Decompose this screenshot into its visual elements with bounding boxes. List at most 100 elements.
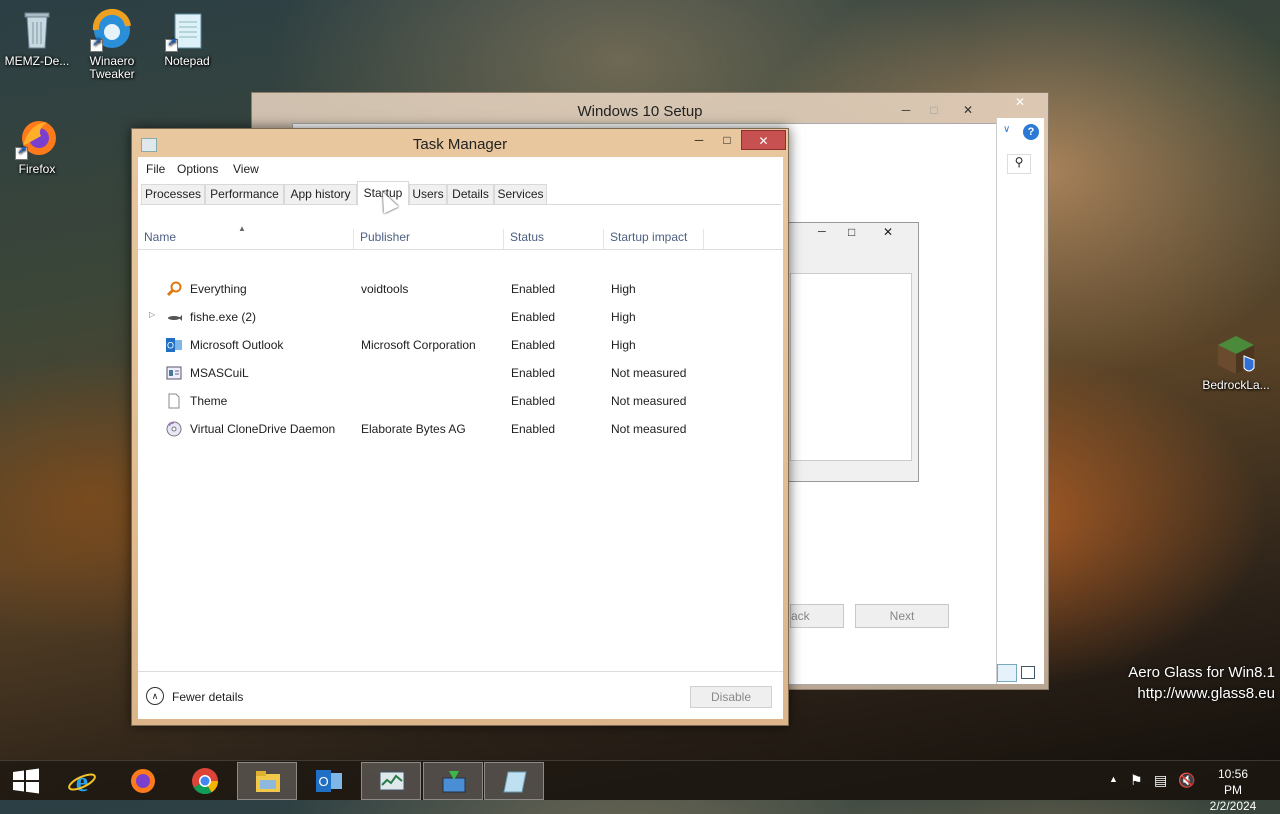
taskbar-task-manager[interactable]: [361, 762, 421, 800]
row-status: Enabled: [511, 310, 556, 324]
column-header-name[interactable]: ▲ Name: [138, 224, 354, 249]
setup-inner-dialog: ─ □ ✕: [775, 222, 919, 482]
tab-app-history[interactable]: App history: [284, 184, 357, 205]
desktop-icon-label: Notepad: [164, 54, 210, 68]
task-manager-window[interactable]: Task Manager ─ □ ✕ File Options View Pro…: [131, 128, 789, 726]
row-name: Microsoft Outlook: [190, 338, 284, 352]
setup-next-button[interactable]: Next: [855, 604, 949, 628]
dialog-minimize-button[interactable]: ─: [818, 226, 826, 238]
setup-close-button[interactable]: ✕: [955, 101, 981, 119]
row-status: Enabled: [511, 282, 556, 296]
column-header-label: Publisher: [360, 230, 411, 244]
desktop-icon-notepad[interactable]: Notepad: [150, 8, 224, 68]
dialog-maximize-button[interactable]: □: [848, 225, 855, 239]
desktop-icon-bedrock[interactable]: BedrockLa...: [1199, 332, 1273, 392]
row-impact: Not measured: [611, 366, 687, 380]
firefox-icon: [131, 769, 155, 793]
tab-processes[interactable]: Processes: [141, 184, 205, 205]
task-manager-body: File Options View Processes Performance …: [138, 157, 783, 719]
table-row[interactable]: O Microsoft Outlook Microsoft Corporatio…: [138, 331, 783, 359]
desktop-icon-firefox[interactable]: Firefox: [0, 116, 74, 176]
taskbar-file-explorer[interactable]: [237, 762, 297, 800]
row-name: Everything: [190, 282, 247, 296]
explorer-close-button[interactable]: ✕: [1007, 93, 1033, 111]
row-status: Enabled: [511, 422, 556, 436]
table-row[interactable]: ▷ fishe.exe (2) Enabled High: [138, 303, 783, 331]
tab-performance[interactable]: Performance: [205, 184, 284, 205]
row-publisher: voidtools: [361, 282, 409, 296]
menu-options[interactable]: Options: [177, 162, 218, 176]
desktop-icon-winaero[interactable]: Winaero Tweaker: [75, 8, 149, 81]
chevron-down-icon[interactable]: ∨: [1003, 124, 1010, 135]
notepad-icon: [165, 8, 209, 52]
column-header-startup-impact[interactable]: Startup impact: [604, 229, 704, 249]
column-header-publisher[interactable]: Publisher: [354, 229, 504, 249]
taskbar-firefox[interactable]: [113, 762, 173, 800]
tab-services[interactable]: Services: [494, 184, 547, 205]
bedrock-launcher-icon: [1214, 332, 1258, 376]
taskbar-outlook[interactable]: O: [299, 762, 359, 800]
table-row[interactable]: Everything voidtools Enabled High: [138, 275, 783, 303]
start-button[interactable]: [0, 762, 52, 800]
row-publisher: Microsoft Corporation: [361, 338, 476, 352]
row-name: MSASCuiL: [190, 366, 249, 380]
disable-button[interactable]: Disable: [690, 686, 772, 708]
help-icon[interactable]: ?: [1023, 124, 1039, 140]
taskbar-clock[interactable]: 10:56 PM 2/2/2024: [1208, 766, 1258, 814]
volume-muted-icon[interactable]: 🔇: [1178, 772, 1195, 789]
expand-arrow-icon[interactable]: ▷: [149, 310, 155, 319]
taskbar-windows-setup[interactable]: [423, 762, 483, 800]
table-row[interactable]: MSASCuiL Enabled Not measured: [138, 359, 783, 387]
desktop-icon-recycle-bin[interactable]: MEMZ-De...: [0, 8, 74, 68]
clock-date: 2/2/2024: [1209, 799, 1257, 813]
svg-text:e: e: [76, 767, 88, 795]
desktop-icon-label: BedrockLa...: [1202, 378, 1270, 392]
column-header-status[interactable]: Status: [504, 229, 604, 249]
table-row[interactable]: Theme Enabled Not measured: [138, 387, 783, 415]
show-hidden-icons-button[interactable]: ▲: [1109, 774, 1118, 784]
dialog-list-box[interactable]: [790, 273, 912, 461]
setup-maximize-button[interactable]: □: [921, 101, 947, 119]
menu-view[interactable]: View: [233, 162, 259, 176]
taskbar: e O ▲ ⚑ ▤ 🔇 10:56 PM 2/2/2024: [0, 760, 1280, 813]
row-impact: High: [611, 310, 636, 324]
chevron-up-icon: ∧: [146, 687, 164, 705]
maximize-button[interactable]: □: [713, 130, 741, 150]
row-name: Theme: [190, 394, 228, 408]
desktop-icon-label: Winaero Tweaker: [89, 54, 135, 81]
action-center-flag-icon[interactable]: ⚑: [1130, 772, 1143, 789]
file-explorer-icon: [256, 771, 280, 792]
recycle-bin-icon: [15, 8, 59, 52]
chrome-icon: [192, 768, 219, 795]
tab-users[interactable]: Users: [409, 184, 447, 205]
search-icon[interactable]: ⚲: [1007, 154, 1031, 174]
outlook-icon: O: [316, 770, 342, 792]
setup-minimize-button[interactable]: ─: [893, 101, 919, 119]
menu-file[interactable]: File: [146, 162, 165, 176]
taskbar-internet-explorer[interactable]: e: [52, 762, 112, 800]
explorer-window-edge: ∨ ? ⚲: [996, 118, 1044, 684]
minimize-button[interactable]: ─: [685, 130, 713, 150]
firefox-icon: [15, 116, 59, 160]
internet-explorer-icon: e: [68, 767, 96, 795]
table-row[interactable]: Virtual CloneDrive Daemon Elaborate Byte…: [138, 415, 783, 443]
row-publisher: Elaborate Bytes AG: [361, 422, 466, 436]
column-header-label: Startup impact: [610, 230, 688, 244]
desktop-icon-label: Firefox: [18, 162, 56, 176]
setup-icon: [442, 771, 466, 793]
large-icons-view-icon[interactable]: [1021, 666, 1035, 679]
dialog-close-button[interactable]: ✕: [883, 225, 893, 239]
taskbar-glass[interactable]: [484, 762, 544, 800]
tab-details[interactable]: Details: [447, 184, 494, 205]
shortcut-arrow-icon: [15, 145, 28, 160]
taskbar-chrome[interactable]: [175, 762, 235, 800]
close-button[interactable]: ✕: [741, 130, 786, 150]
sort-ascending-icon: ▲: [238, 224, 246, 233]
shortcut-arrow-icon: [90, 37, 103, 52]
network-icon[interactable]: ▤: [1154, 772, 1167, 789]
tab-strip: Processes Performance App history Startu…: [140, 181, 781, 206]
details-view-icon[interactable]: [997, 664, 1017, 682]
svg-text:O: O: [318, 774, 328, 789]
column-header-label: Name: [144, 230, 177, 244]
setup-back-button[interactable]: ack: [790, 604, 844, 628]
